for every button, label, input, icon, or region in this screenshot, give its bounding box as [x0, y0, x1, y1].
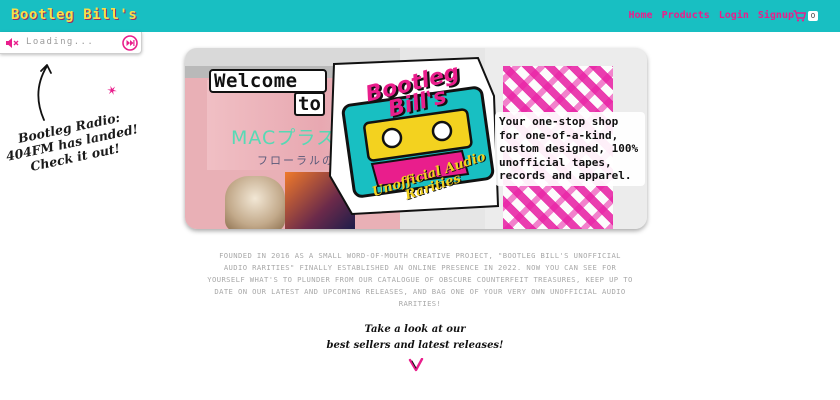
nav-link-login[interactable]: Login — [719, 10, 749, 21]
star-icon: ✶ — [104, 82, 121, 101]
top-navbar: Bootleg Bill's Home Products Login Signu… — [0, 0, 840, 32]
radio-status: Loading... — [26, 37, 95, 47]
cart-button[interactable]: 0 — [793, 10, 821, 24]
nav-link-products[interactable]: Products — [662, 10, 710, 21]
nav-link-home[interactable]: Home — [629, 10, 653, 21]
collage-text-floral: フローラルの — [257, 154, 335, 167]
cta-line-1: Take a look at our — [364, 324, 466, 335]
cta-text: Take a look at our best sellers and late… — [250, 322, 580, 354]
welcome-heading: Welcome — [214, 70, 298, 92]
radio-player: Loading... — [0, 32, 142, 54]
brand-logo[interactable]: Bootleg Bill's — [11, 7, 137, 23]
collage-text-mac: MACプラス — [231, 127, 336, 149]
intro-paragraph: Founded in 2016 as a small word-of-mouth… — [207, 251, 633, 308]
skip-forward-icon[interactable] — [122, 35, 138, 51]
bootleg-bills-logo: Bootleg Bill's Unofficial Audio Rarities — [328, 56, 500, 216]
to-heading: to — [294, 92, 325, 116]
statue-image — [225, 176, 285, 229]
nav-link-signup[interactable]: Signup — [758, 10, 794, 21]
chevron-down-icon[interactable] — [408, 358, 424, 372]
nav-links: Home Products Login Signup — [629, 10, 795, 21]
radio-announcement: Bootleg Radio: 404FM has landed! Check i… — [1, 106, 143, 178]
cart-count-badge: 0 — [808, 11, 818, 21]
speaker-muted-icon[interactable] — [5, 37, 19, 49]
hero-tagline: Your one-stop shop for one-of-a-kind, cu… — [495, 112, 645, 186]
cart-icon — [793, 10, 806, 22]
curved-arrow-icon — [37, 64, 52, 121]
cta-line-2: best sellers and latest releases! — [326, 340, 504, 351]
